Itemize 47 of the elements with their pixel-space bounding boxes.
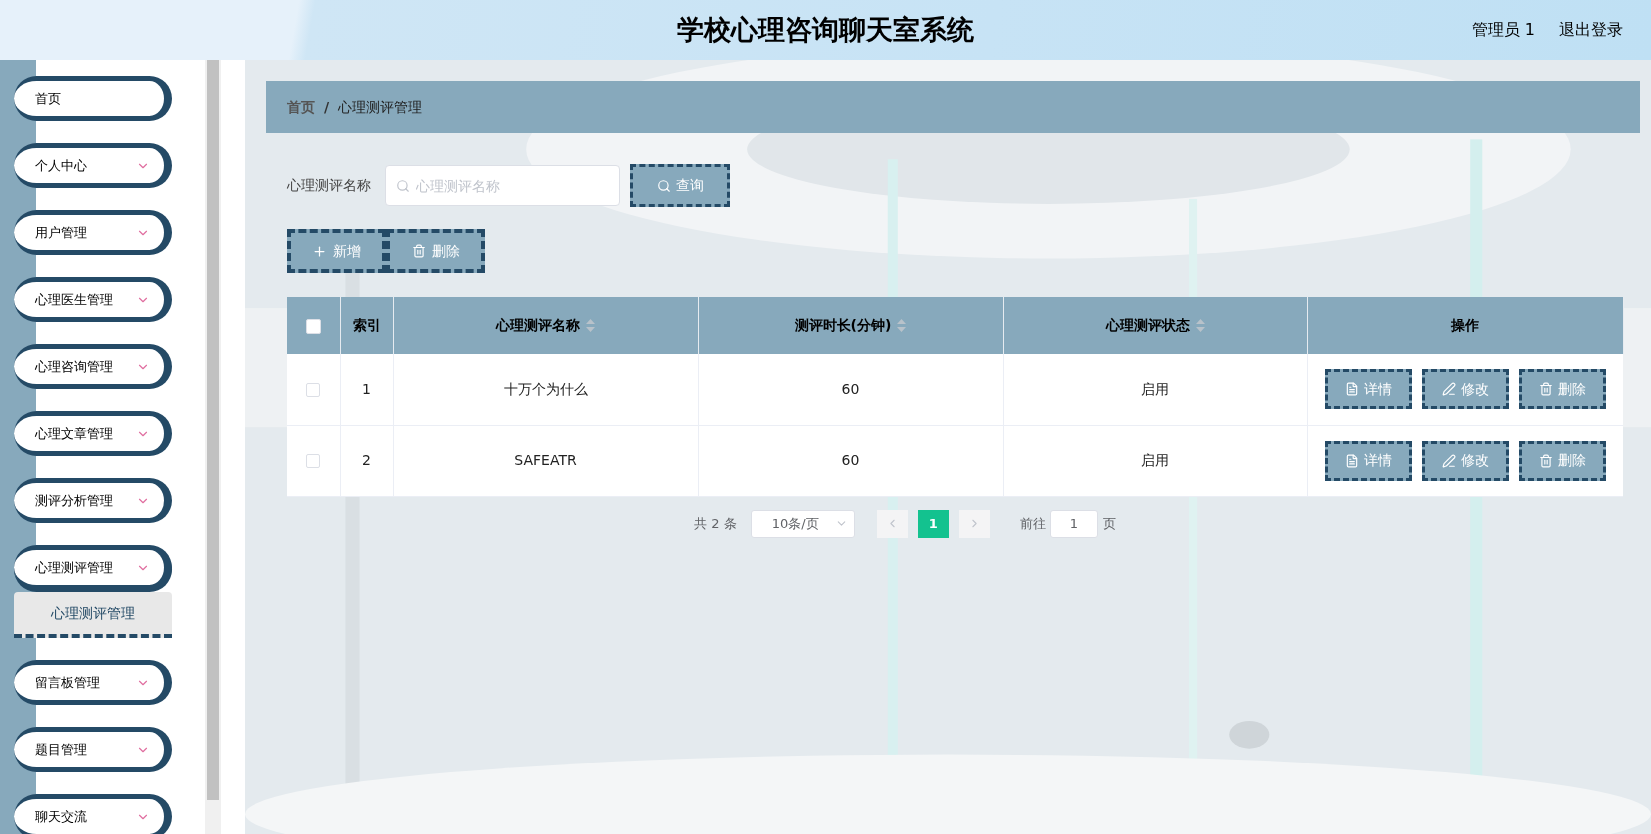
row-checkbox[interactable] xyxy=(306,382,321,397)
field-label: 心理测评名称 xyxy=(287,176,371,195)
plus-icon xyxy=(312,243,327,259)
document-icon xyxy=(1344,382,1359,397)
menu-item[interactable]: 留言板管理 xyxy=(14,660,172,705)
menu-item[interactable]: 心理医生管理 xyxy=(14,277,172,322)
search-icon xyxy=(396,179,410,193)
row-checkbox[interactable] xyxy=(306,454,321,468)
breadcrumb-item: / xyxy=(324,97,330,117)
submenu-item[interactable]: 心理测评管理 xyxy=(14,592,172,638)
menu-item[interactable]: 心理测评管理 xyxy=(14,545,172,590)
logout-link[interactable]: 退出登录 xyxy=(1559,18,1623,42)
pencil-icon xyxy=(1441,453,1456,468)
breadcrumb-item: 心理测评管理 xyxy=(338,97,423,117)
table-cell: SAFEATR xyxy=(393,425,698,496)
table-cell: 启用 xyxy=(1003,425,1307,496)
total-count: 共 2 条 xyxy=(694,514,737,533)
trash-icon xyxy=(411,244,426,258)
goto-suffix: 页 xyxy=(1102,514,1116,533)
menu-item[interactable]: 测评分析管理 xyxy=(14,478,172,523)
sort-icon xyxy=(586,319,595,332)
menu-item[interactable]: 用户管理 xyxy=(14,210,172,255)
document-icon xyxy=(1344,453,1359,468)
menu-item[interactable]: 聊天交流 xyxy=(14,794,172,834)
menu-item[interactable]: 题目管理 xyxy=(14,727,172,772)
menu-item[interactable]: 心理咨询管理 xyxy=(14,344,172,389)
menu-item[interactable]: 首页 xyxy=(14,76,172,121)
search-icon xyxy=(656,178,671,193)
table-cell: 启用 xyxy=(1003,354,1307,425)
table-cell: 60 xyxy=(698,425,1003,496)
search-field[interactable]: 心理测评名称 xyxy=(385,165,620,206)
trash-icon xyxy=(1538,382,1553,397)
sort-icon xyxy=(1195,319,1205,332)
page-size-select[interactable]: 10条/页 xyxy=(750,509,855,538)
table-cell: 1 xyxy=(340,354,393,425)
user-name: 管理员 1 xyxy=(1471,19,1535,41)
goto-label: 前往 xyxy=(1019,514,1046,533)
trash-icon xyxy=(1538,453,1553,468)
app-title: 学校心理咨询聊天室系统 xyxy=(677,13,974,45)
table-cell: 2 xyxy=(340,425,393,496)
table-cell: 十万个为什么 xyxy=(393,354,698,425)
table-cell: 60 xyxy=(698,354,1003,425)
pencil-icon xyxy=(1441,382,1456,397)
menu-item[interactable]: 心理文章管理 xyxy=(14,411,172,456)
select-all-checkbox[interactable] xyxy=(305,318,321,334)
scrollbar-thumb[interactable] xyxy=(207,60,219,800)
menu-item[interactable]: 个人中心 xyxy=(14,143,172,188)
